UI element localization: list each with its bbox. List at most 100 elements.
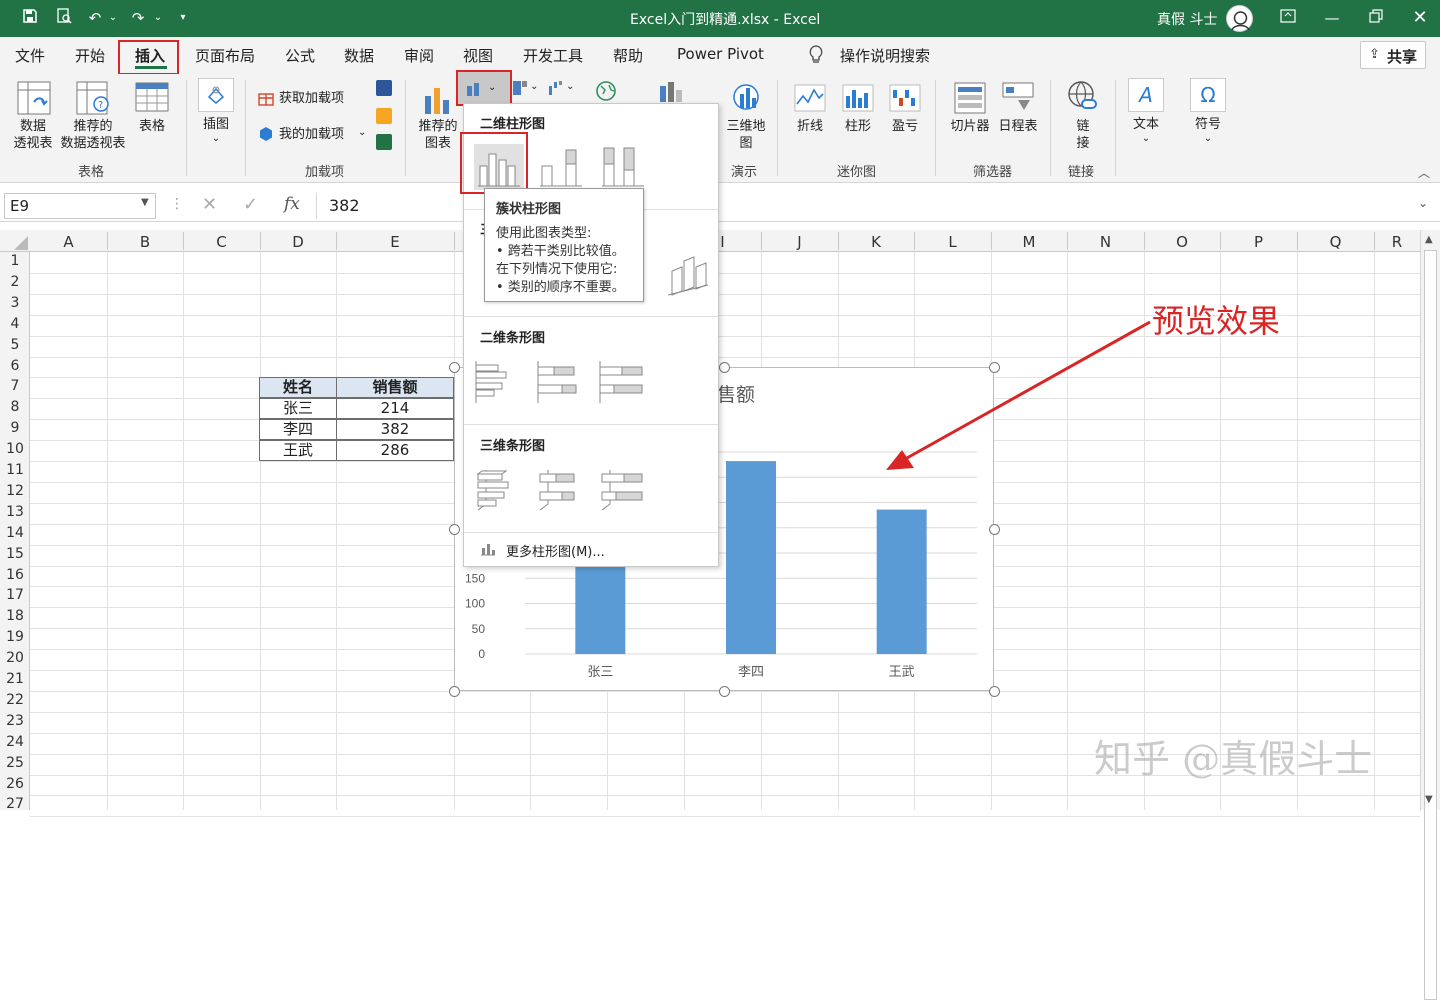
symbol-button[interactable]: Ω 符号 ⌄ bbox=[1186, 78, 1230, 158]
table-cell[interactable]: 张三 bbox=[259, 398, 337, 419]
resize-handle[interactable] bbox=[449, 524, 460, 535]
row-header-cell[interactable]: 4 bbox=[0, 316, 30, 332]
undo-icon[interactable]: ↶ bbox=[85, 8, 105, 28]
vertical-scrollbar[interactable]: ▲ ▼ bbox=[1420, 230, 1440, 1000]
percent-stacked-column-option[interactable] bbox=[598, 144, 648, 190]
column-header-cell[interactable]: C bbox=[183, 233, 260, 251]
row-header-cell[interactable]: 12 bbox=[0, 483, 30, 499]
percent-stacked-bar-option[interactable] bbox=[596, 359, 648, 405]
3d-clustered-bar-option[interactable] bbox=[472, 466, 524, 514]
expand-formula-bar-icon[interactable]: ⌄ bbox=[1418, 196, 1428, 210]
column-header-cell[interactable]: Q bbox=[1297, 233, 1374, 251]
column-header-cell[interactable]: B bbox=[107, 233, 183, 251]
user-name[interactable]: 真假 斗士 bbox=[1157, 9, 1217, 29]
column-header-cell[interactable]: J bbox=[761, 233, 838, 251]
get-addins-button[interactable]: 获取加载项 bbox=[258, 88, 358, 110]
row-header-cell[interactable]: 10 bbox=[0, 441, 30, 457]
scrollbar-thumb[interactable] bbox=[1424, 250, 1437, 1000]
close-icon[interactable]: ✕ bbox=[1410, 8, 1430, 28]
row-header-cell[interactable]: 13 bbox=[0, 504, 30, 520]
sparkline-column-button[interactable]: 柱形 bbox=[838, 80, 878, 140]
scroll-up-icon[interactable]: ▲ bbox=[1425, 234, 1433, 245]
confirm-entry-icon[interactable]: ✓ bbox=[243, 194, 258, 215]
tab-page-layout[interactable]: 页面布局 bbox=[195, 45, 255, 66]
3d-percent-stacked-bar-option[interactable] bbox=[596, 466, 648, 514]
resize-handle[interactable] bbox=[449, 362, 460, 373]
row-header-cell[interactable]: 24 bbox=[0, 734, 30, 750]
map-chart-button[interactable] bbox=[594, 80, 618, 102]
sparkline-line-button[interactable]: 折线 bbox=[790, 80, 830, 140]
sparkline-winloss-button[interactable]: 盈亏 bbox=[885, 80, 925, 140]
minimize-icon[interactable]: — bbox=[1322, 8, 1342, 28]
my-addins-button[interactable]: 我的加载项 ⌄ bbox=[258, 124, 370, 146]
print-preview-icon[interactable] bbox=[54, 8, 74, 28]
3d-stacked-bar-option[interactable] bbox=[534, 466, 586, 514]
visio-icon[interactable] bbox=[376, 80, 392, 96]
column-header-cell[interactable]: K bbox=[838, 233, 914, 251]
column-header-cell[interactable]: A bbox=[30, 233, 107, 251]
tab-developer[interactable]: 开发工具 bbox=[523, 45, 583, 66]
row-header-cell[interactable]: 15 bbox=[0, 546, 30, 562]
column-header-cell[interactable]: L bbox=[914, 233, 991, 251]
3d-map-button[interactable]: 三维地 图 bbox=[722, 80, 770, 160]
row-header-cell[interactable]: 25 bbox=[0, 755, 30, 771]
tab-power-pivot[interactable]: Power Pivot bbox=[677, 45, 764, 63]
name-box[interactable]: E9 ▼ bbox=[4, 193, 156, 219]
collapse-ribbon-icon[interactable]: ︿ bbox=[1418, 164, 1430, 181]
column-header-cell[interactable]: P bbox=[1220, 233, 1297, 251]
save-icon[interactable] bbox=[20, 8, 40, 28]
row-header-cell[interactable]: 22 bbox=[0, 692, 30, 708]
tell-me-search[interactable]: 操作说明搜索 bbox=[840, 45, 930, 66]
table-cell[interactable]: 214 bbox=[336, 398, 454, 419]
share-button[interactable]: ⇪ 共享 bbox=[1360, 41, 1426, 69]
illustrations-button[interactable]: 插图 ⌄ bbox=[195, 78, 237, 158]
slicer-button[interactable]: 切片器 bbox=[948, 80, 992, 140]
recommended-pivot-button[interactable]: ? 推荐的 数据透视表 bbox=[58, 80, 128, 160]
table-cell[interactable]: 286 bbox=[336, 440, 454, 461]
waterfall-chart-button[interactable]: ⌄ bbox=[548, 78, 578, 98]
ribbon-display-options-icon[interactable] bbox=[1278, 8, 1298, 28]
row-header-cell[interactable]: 9 bbox=[0, 420, 30, 436]
row-header-cell[interactable]: 2 bbox=[0, 274, 30, 290]
clustered-bar-option[interactable] bbox=[472, 359, 524, 405]
cancel-entry-icon[interactable]: ✕ bbox=[202, 194, 217, 215]
row-header-cell[interactable]: 6 bbox=[0, 358, 30, 374]
stacked-column-option[interactable] bbox=[536, 144, 586, 190]
row-header-cell[interactable]: 23 bbox=[0, 713, 30, 729]
recommended-charts-button[interactable]: 推荐的 图表 bbox=[414, 80, 462, 160]
3d-column-option[interactable] bbox=[664, 249, 714, 299]
redo-icon[interactable]: ↷ bbox=[128, 8, 148, 28]
row-header-cell[interactable]: 17 bbox=[0, 587, 30, 603]
row-header-cell[interactable]: 18 bbox=[0, 608, 30, 624]
column-header-cell[interactable]: D bbox=[260, 233, 336, 251]
text-button[interactable]: A 文本 ⌄ bbox=[1124, 78, 1168, 158]
row-header-cell[interactable]: 7 bbox=[0, 378, 30, 394]
insert-function-icon[interactable]: fx bbox=[284, 194, 300, 214]
customize-qat-icon[interactable]: ▾ bbox=[173, 8, 193, 28]
timeline-button[interactable]: 日程表 bbox=[996, 80, 1040, 140]
resize-handle[interactable] bbox=[989, 524, 1000, 535]
undo-dropdown-icon[interactable]: ⌄ bbox=[103, 8, 123, 28]
row-header-cell[interactable]: 3 bbox=[0, 295, 30, 311]
tab-view[interactable]: 视图 bbox=[463, 45, 493, 66]
row-header-cell[interactable]: 8 bbox=[0, 399, 30, 415]
row-header-cell[interactable]: 1 bbox=[0, 253, 30, 269]
scroll-down-icon[interactable]: ▼ bbox=[1425, 794, 1433, 805]
column-header-cell[interactable]: M bbox=[991, 233, 1067, 251]
resize-handle[interactable] bbox=[449, 686, 460, 697]
tab-data[interactable]: 数据 bbox=[344, 45, 374, 66]
table-cell[interactable]: 382 bbox=[336, 419, 454, 440]
row-header-cell[interactable]: 19 bbox=[0, 629, 30, 645]
row-header-cell[interactable]: 14 bbox=[0, 525, 30, 541]
redo-dropdown-icon[interactable]: ⌄ bbox=[148, 8, 168, 28]
resize-handle[interactable] bbox=[719, 686, 730, 697]
pivot-chart-button[interactable] bbox=[652, 80, 688, 102]
column-header-cell[interactable]: O bbox=[1144, 233, 1220, 251]
restore-icon[interactable] bbox=[1366, 8, 1386, 28]
more-column-charts-item[interactable]: 更多柱形图(M)... bbox=[464, 536, 718, 564]
column-header-cell[interactable]: E bbox=[336, 233, 454, 251]
table-header-name[interactable]: 姓名 bbox=[259, 377, 337, 398]
row-header-cell[interactable]: 26 bbox=[0, 776, 30, 792]
table-header-sales[interactable]: 销售额 bbox=[336, 377, 454, 398]
hierarchy-chart-button[interactable]: ⌄ bbox=[512, 78, 542, 98]
